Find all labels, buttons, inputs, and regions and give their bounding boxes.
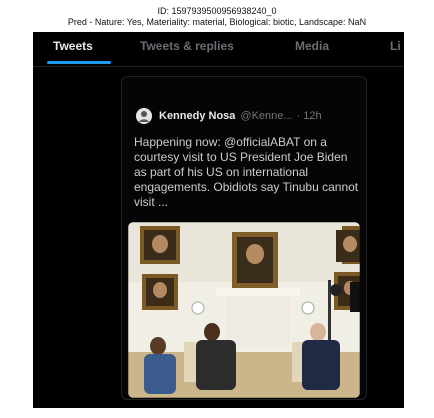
tab-likes[interactable]: Li: [390, 39, 401, 53]
tab-tweets[interactable]: Tweets: [53, 39, 93, 53]
tab-tweets-replies[interactable]: Tweets & replies: [140, 39, 234, 53]
tweet-photo[interactable]: [128, 222, 360, 398]
share-button[interactable]: [331, 407, 347, 408]
tweet-header: Kennedy Nosa @Kenne... · 12h: [136, 108, 322, 124]
retweet-icon: [191, 407, 209, 408]
oval-office-photo: [128, 222, 360, 398]
caption-prediction: Pred - Nature: Yes, Materiality: materia…: [67, 17, 367, 27]
image-caption: ID: 1597939500956938240_0 Pred - Nature:…: [0, 6, 434, 28]
twitter-screenshot: Tweets Tweets & replies Media Li Kennedy…: [33, 32, 404, 408]
reply-button[interactable]: 1: [124, 407, 148, 408]
reply-icon: [124, 407, 140, 408]
retweet-button[interactable]: [191, 407, 209, 408]
like-button[interactable]: [263, 407, 279, 408]
tweet-time: · 12h: [296, 110, 322, 122]
tabs-divider: [33, 66, 404, 67]
caption-id: ID: 1597939500956938240_0: [157, 6, 277, 16]
active-tab-indicator: [47, 61, 111, 64]
author-handle: @Kenne...: [240, 110, 293, 122]
tweet-text: Happening now: @officialABAT on a courte…: [134, 135, 359, 209]
tweet-actions: 1: [33, 407, 404, 408]
author-name[interactable]: Kennedy Nosa: [159, 110, 235, 122]
share-icon: [331, 407, 347, 408]
tab-media[interactable]: Media: [295, 39, 329, 53]
avatar-image: [136, 108, 152, 124]
like-icon: [263, 407, 279, 408]
avatar[interactable]: [136, 108, 152, 124]
tweet-card[interactable]: Kennedy Nosa @Kenne... · 12h Happening n…: [121, 76, 367, 400]
profile-tabs: Tweets Tweets & replies Media Li: [33, 32, 404, 62]
